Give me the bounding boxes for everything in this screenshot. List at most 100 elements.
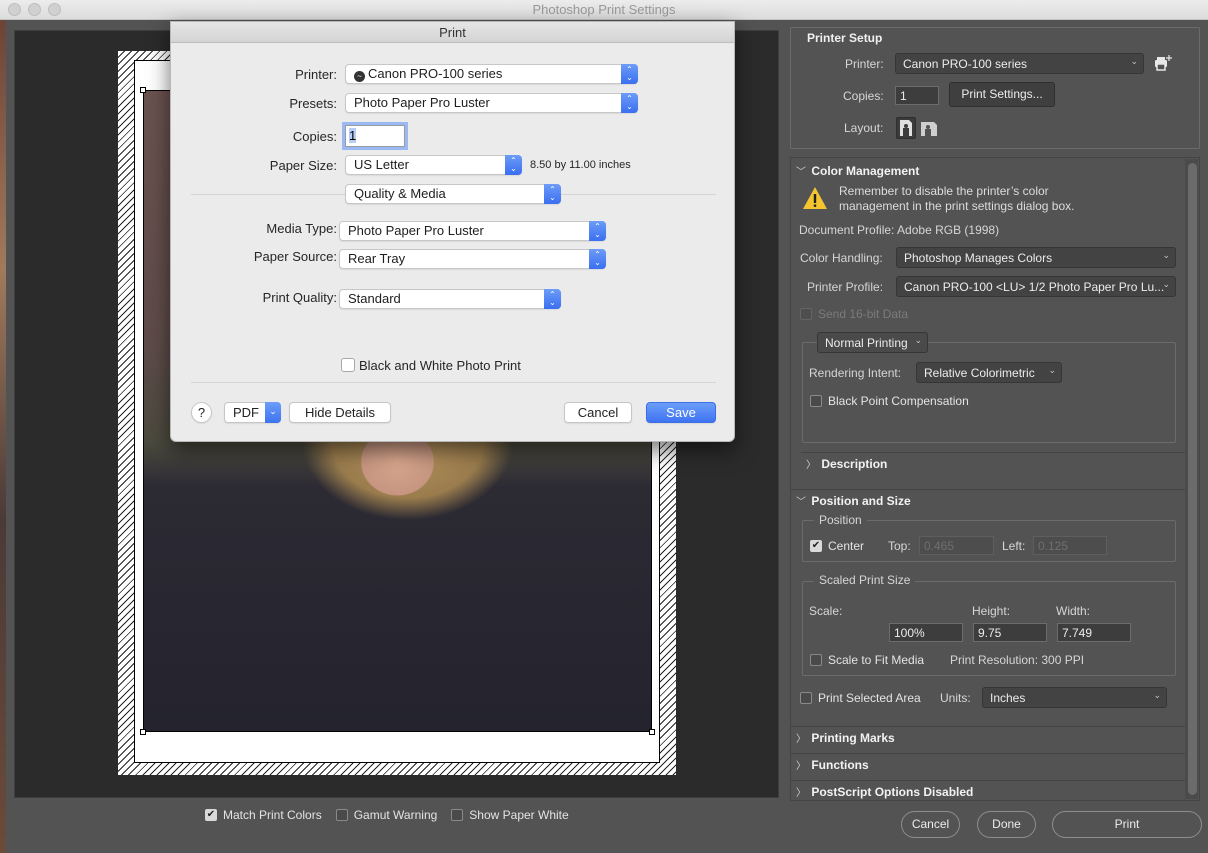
postscript-options-section-toggle[interactable]: 〉 PostScript Options Disabled <box>794 784 1188 799</box>
chevron-down-icon: ⌄ <box>1048 365 1056 375</box>
section-divider <box>791 726 1185 727</box>
chevron-down-icon: ⌄ <box>1162 250 1170 260</box>
copies-label: Copies: <box>843 89 884 103</box>
printing-mode-select[interactable]: Normal Printing ⌄ <box>817 332 928 353</box>
description-section-toggle[interactable]: 〉 Description <box>804 456 1198 471</box>
black-white-photo-label: Black and White Photo Print <box>359 358 521 373</box>
width-label: Width: <box>1056 604 1091 618</box>
preview-options: ✔ Match Print Colors Gamut Warning Show … <box>205 808 569 822</box>
chevron-right-icon: 〉 <box>796 761 806 772</box>
section-divider <box>791 780 1185 781</box>
section-popup[interactable]: Quality & Media ⌃ ⌄ <box>345 184 561 204</box>
printer-label: Printer: <box>295 67 337 82</box>
paper-source-popup[interactable]: Rear Tray ⌃ ⌄ <box>339 249 606 269</box>
printer-profile-select[interactable]: Canon PRO-100 <LU> 1/2 Photo Paper Pro L… <box>896 276 1176 297</box>
scrollbar-thumb[interactable] <box>1188 163 1197 795</box>
media-type-popup[interactable]: Photo Paper Pro Luster ⌃ ⌄ <box>339 221 606 241</box>
black-white-photo-checkbox[interactable] <box>341 358 355 372</box>
checkbox-icon <box>810 395 822 407</box>
resize-handle[interactable] <box>140 729 146 735</box>
center-checkbox[interactable]: ✔ Center <box>810 539 864 553</box>
scaled-print-size-legend: Scaled Print Size <box>814 573 916 587</box>
settings-scroll-panel: ﹀ Color Management Remember to disable t… <box>790 157 1200 801</box>
top-input[interactable]: 0.465 <box>919 536 994 555</box>
media-type-label: Media Type: <box>266 221 337 236</box>
chevron-down-icon: ⌄ <box>1153 690 1161 700</box>
functions-section-toggle[interactable]: 〉 Functions <box>794 757 1188 772</box>
save-button[interactable]: Save <box>646 402 716 423</box>
copies-label: Copies: <box>292 129 337 144</box>
chevron-down-icon: ⌄ <box>914 335 922 345</box>
gamut-warning-checkbox[interactable]: Gamut Warning <box>335 808 437 822</box>
height-label: Height: <box>972 604 1011 618</box>
section-divider <box>791 753 1185 754</box>
printer-select[interactable]: Canon PRO-100 series ⌄ <box>895 53 1144 74</box>
print-selected-area-checkbox[interactable]: Print Selected Area <box>800 691 921 705</box>
up-down-arrows-icon: ⌃ ⌄ <box>589 249 606 269</box>
width-input[interactable]: 7.749 <box>1057 623 1131 642</box>
left-input[interactable]: 0.125 <box>1033 536 1107 555</box>
chevron-down-icon: ⌄ <box>1162 279 1170 289</box>
window-titlebar: Photoshop Print Settings <box>0 0 1208 20</box>
scale-to-fit-media-checkbox[interactable]: Scale to Fit Media <box>810 653 924 667</box>
chevron-down-icon: ⌄ <box>1130 56 1138 66</box>
black-point-compensation-checkbox[interactable]: Black Point Compensation <box>810 394 969 408</box>
print-button[interactable]: Print <box>1052 811 1202 838</box>
up-down-arrows-icon: ⌃ ⌄ <box>544 184 561 204</box>
hide-details-button[interactable]: Hide Details <box>289 402 391 423</box>
pdf-menu-button[interactable]: PDF ⌄ <box>224 402 281 423</box>
units-select[interactable]: Inches ⌄ <box>982 687 1167 708</box>
printer-label: Printer: <box>845 57 884 71</box>
landscape-layout-icon[interactable] <box>921 122 937 136</box>
window-title: Photoshop Print Settings <box>532 2 676 17</box>
print-dialog-title: Print <box>171 22 734 43</box>
done-button[interactable]: Done <box>977 811 1036 838</box>
cancel-button[interactable]: Cancel <box>901 811 960 838</box>
chevron-right-icon: 〉 <box>796 734 806 745</box>
printer-popup[interactable]: ~ Canon PRO-100 series ⌃ ⌄ <box>345 64 638 84</box>
help-button[interactable]: ? <box>191 402 212 423</box>
color-management-section-toggle[interactable]: ﹀ Color Management <box>794 163 1188 178</box>
copies-input[interactable]: 1 <box>345 125 405 147</box>
position-legend: Position <box>814 513 867 527</box>
chevron-right-icon: 〉 <box>796 788 806 799</box>
rendering-intent-select[interactable]: Relative Colorimetric ⌄ <box>916 362 1062 383</box>
copies-input[interactable]: 1 <box>895 86 939 105</box>
color-handling-select[interactable]: Photoshop Manages Colors ⌄ <box>896 247 1176 268</box>
up-down-arrows-icon: ⌃ ⌄ <box>544 289 561 309</box>
presets-popup[interactable]: Photo Paper Pro Luster ⌃ ⌄ <box>345 93 638 113</box>
cancel-button[interactable]: Cancel <box>564 402 632 423</box>
resize-handle[interactable] <box>140 87 146 93</box>
layout-label: Layout: <box>844 121 884 135</box>
height-input[interactable]: 9.75 <box>973 623 1047 642</box>
checkbox-icon: ✔ <box>810 540 822 552</box>
paper-source-label: Paper Source: <box>253 249 337 264</box>
printer-setup-heading: Printer Setup <box>807 31 883 45</box>
checkbox-icon <box>451 809 464 821</box>
checkbox-icon <box>810 654 822 666</box>
printing-marks-section-toggle[interactable]: 〉 Printing Marks <box>794 730 1188 745</box>
separator <box>191 382 716 383</box>
position-size-section-toggle[interactable]: ﹀ Position and Size <box>794 493 1188 508</box>
chevron-down-icon: ⌄ <box>265 402 281 423</box>
checkbox-icon <box>335 809 348 821</box>
scale-input[interactable]: 100% <box>889 623 963 642</box>
print-quality-label: Print Quality: <box>262 290 337 305</box>
print-settings-button[interactable]: Print Settings... <box>949 82 1055 107</box>
up-down-arrows-icon: ⌃ ⌄ <box>505 155 522 175</box>
print-quality-popup[interactable]: Standard ⌃ ⌄ <box>339 289 561 309</box>
paper-size-popup[interactable]: US Letter ⌃ ⌄ <box>345 155 522 175</box>
color-handling-label: Color Handling: <box>800 251 883 265</box>
checkbox-icon <box>800 308 812 320</box>
printer-setup-group: Printer Setup Printer: Canon PRO-100 ser… <box>790 27 1200 149</box>
match-print-colors-checkbox[interactable]: ✔ Match Print Colors <box>205 808 322 822</box>
portrait-layout-icon[interactable] <box>896 117 916 139</box>
show-paper-white-checkbox[interactable]: Show Paper White <box>451 808 569 822</box>
resize-handle[interactable] <box>649 729 655 735</box>
send-16-bit-checkbox[interactable]: Send 16-bit Data <box>800 307 908 321</box>
add-printer-icon[interactable] <box>1152 54 1174 74</box>
printing-mode-group <box>802 342 1176 443</box>
up-down-arrows-icon: ⌃ ⌄ <box>621 64 638 84</box>
top-label: Top: <box>888 539 911 553</box>
left-label: Left: <box>1002 539 1026 553</box>
